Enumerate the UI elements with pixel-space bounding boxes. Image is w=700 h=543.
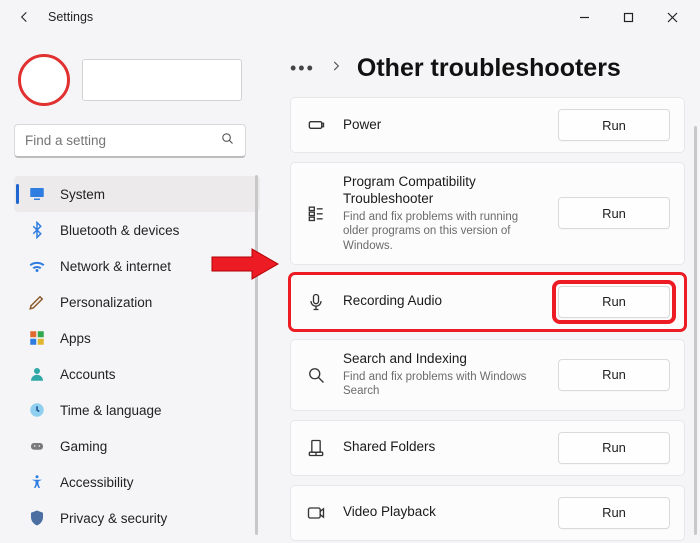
- search-indexing-icon: [305, 364, 327, 386]
- sidebar-item-label: Bluetooth & devices: [60, 223, 179, 238]
- sidebar-item-label: Accounts: [60, 367, 116, 382]
- nav-list: System Bluetooth & devices Network & inter…: [14, 176, 260, 543]
- troubleshooter-recording-audio: Recording Audio Run: [290, 274, 685, 330]
- sidebar-item-privacy[interactable]: Privacy & security: [14, 500, 260, 536]
- troubleshooter-title: Search and Indexing: [343, 351, 542, 368]
- run-button[interactable]: Run: [558, 497, 670, 529]
- run-button[interactable]: Run: [558, 286, 670, 318]
- run-button[interactable]: Run: [558, 432, 670, 464]
- troubleshooter-text: Shared Folders: [343, 439, 542, 456]
- titlebar: Settings: [0, 0, 700, 34]
- troubleshooter-title: Program Compatibility Troubleshooter: [343, 174, 542, 208]
- sidebar-item-apps[interactable]: Apps: [14, 320, 260, 356]
- sidebar-item-label: Time & language: [60, 403, 162, 418]
- window-title: Settings: [48, 10, 93, 24]
- troubleshooter-shared-folders: Shared Folders Run: [290, 420, 685, 476]
- sidebar-item-personalization[interactable]: Personalization: [14, 284, 260, 320]
- sidebar-item-system[interactable]: System: [14, 176, 260, 212]
- sidebar-item-accounts[interactable]: Accounts: [14, 356, 260, 392]
- sidebar-item-label: System: [60, 187, 105, 202]
- sidebar-item-update[interactable]: Windows Update: [14, 536, 260, 543]
- minimize-button[interactable]: [562, 0, 606, 34]
- avatar: [18, 54, 70, 106]
- troubleshooter-text: Video Playback: [343, 504, 542, 521]
- main-panel: ••• Other troubleshooters Power Run Progra…: [260, 34, 700, 543]
- program-compat-icon: [305, 202, 327, 224]
- sidebar-scrollbar[interactable]: [255, 175, 258, 535]
- chevron-right-icon: [329, 59, 343, 78]
- sidebar-item-label: Accessibility: [60, 475, 134, 490]
- search-field[interactable]: [25, 133, 220, 148]
- sidebar-item-label: Personalization: [60, 295, 152, 310]
- settings-window: Settings System Bluetooth & devices Networ…: [0, 0, 700, 543]
- annotation-arrow-icon: [210, 247, 280, 281]
- breadcrumb: ••• Other troubleshooters: [290, 54, 690, 83]
- sidebar-item-accessibility[interactable]: Accessibility: [14, 464, 260, 500]
- search-icon: [220, 131, 235, 151]
- user-block[interactable]: [14, 48, 260, 124]
- troubleshooter-search-indexing: Search and Indexing Find and fix problems…: [290, 339, 685, 411]
- troubleshooter-text: Power: [343, 117, 542, 134]
- search-input[interactable]: [14, 124, 246, 158]
- sidebar-item-label: Gaming: [60, 439, 107, 454]
- sidebar-item-label: Network & internet: [60, 259, 171, 274]
- user-info-placeholder: [82, 59, 242, 101]
- troubleshooter-title: Recording Audio: [343, 293, 542, 310]
- troubleshooter-sub: Find and fix problems with running older…: [343, 210, 542, 253]
- troubleshooter-list: Power Run Program Compatibility Troublesho…: [290, 97, 685, 543]
- troubleshooter-power: Power Run: [290, 97, 685, 153]
- breadcrumb-overflow-icon[interactable]: •••: [290, 58, 315, 79]
- video-playback-icon: [305, 502, 327, 524]
- troubleshooter-text: Search and Indexing Find and fix problems…: [343, 351, 542, 399]
- recording-audio-icon: [305, 291, 327, 313]
- troubleshooter-text: Program Compatibility TroubleshooterFind…: [343, 174, 542, 253]
- sidebar-item-bluetooth[interactable]: Bluetooth & devices: [14, 212, 260, 248]
- troubleshooter-text: Recording Audio: [343, 293, 542, 310]
- page-title: Other troubleshooters: [357, 54, 621, 83]
- power-icon: [305, 114, 327, 136]
- back-button[interactable]: [12, 4, 38, 30]
- troubleshooter-program-compat: Program Compatibility TroubleshooterFind…: [290, 162, 685, 265]
- troubleshooter-title: Video Playback: [343, 504, 542, 521]
- close-button[interactable]: [650, 0, 694, 34]
- run-button[interactable]: Run: [558, 359, 670, 391]
- main-scrollbar[interactable]: [694, 126, 697, 535]
- troubleshooter-title: Shared Folders: [343, 439, 542, 456]
- sidebar-item-label: Privacy & security: [60, 511, 167, 526]
- troubleshooter-title: Power: [343, 117, 542, 134]
- sidebar: System Bluetooth & devices Network & inter…: [0, 34, 260, 543]
- sidebar-item-time[interactable]: Time & language: [14, 392, 260, 428]
- troubleshooter-sub: Find and fix problems with Windows Searc…: [343, 370, 542, 399]
- sidebar-item-label: Apps: [60, 331, 91, 346]
- shared-folders-icon: [305, 437, 327, 459]
- window-controls: [562, 0, 694, 34]
- sidebar-item-gaming[interactable]: Gaming: [14, 428, 260, 464]
- run-button[interactable]: Run: [558, 109, 670, 141]
- maximize-button[interactable]: [606, 0, 650, 34]
- run-button[interactable]: Run: [558, 197, 670, 229]
- troubleshooter-video-playback: Video Playback Run: [290, 485, 685, 541]
